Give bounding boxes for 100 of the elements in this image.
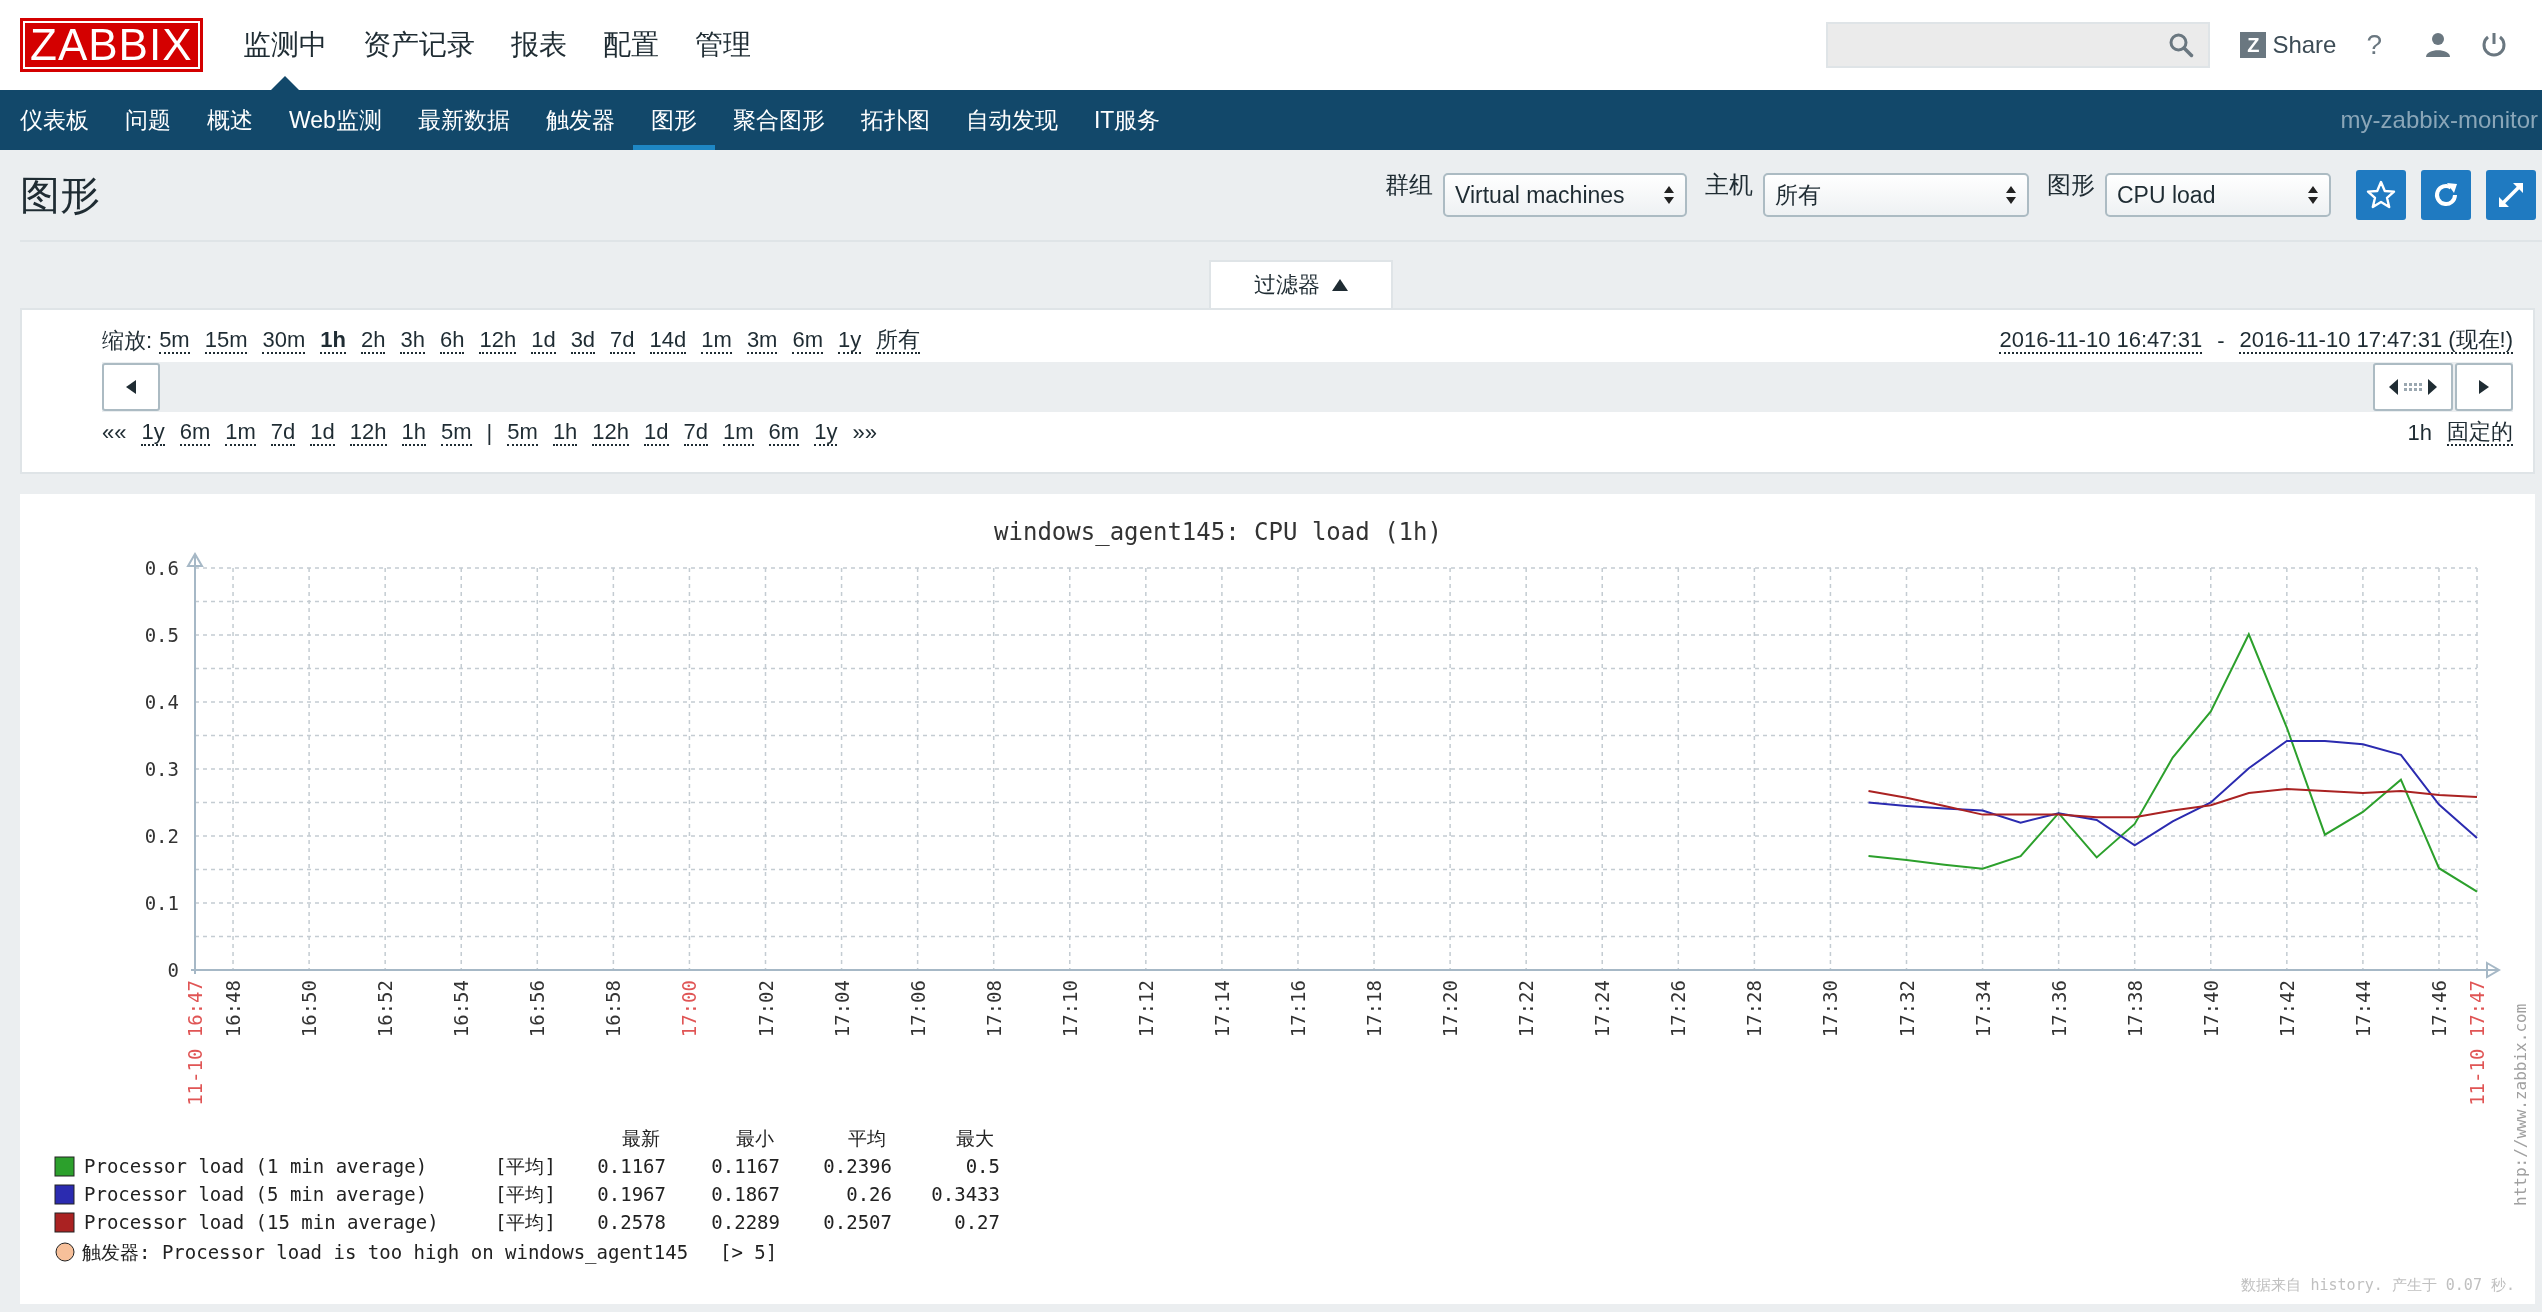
- sub-menu-item[interactable]: 问题: [107, 90, 189, 150]
- zoom-link[interactable]: 所有: [876, 328, 921, 354]
- period-link[interactable]: 1m: [723, 420, 754, 446]
- filter-select[interactable]: Virtual machines: [1443, 173, 1687, 217]
- zoom-link[interactable]: 1m: [701, 328, 732, 354]
- share-link[interactable]: Z Share: [2240, 31, 2337, 59]
- zoom-link[interactable]: 1h: [320, 328, 346, 354]
- period-link[interactable]: 5m: [441, 420, 472, 446]
- zoom-link[interactable]: 30m: [262, 328, 306, 354]
- zoom-link[interactable]: 2h: [360, 328, 386, 354]
- help-link[interactable]: ?: [2366, 29, 2382, 61]
- zoom-link[interactable]: 15m: [204, 328, 248, 354]
- legend-value: 0.2507: [823, 1211, 892, 1233]
- x-axis-label: 16:48: [222, 980, 245, 1038]
- nav-marker: ««: [102, 420, 127, 446]
- main-menu-item[interactable]: 报表: [492, 0, 585, 90]
- x-axis-label: 17:26: [1667, 980, 1690, 1038]
- period-link[interactable]: 1d: [310, 420, 335, 446]
- nav-marker: |: [486, 420, 493, 446]
- period-link[interactable]: 1h: [401, 420, 427, 446]
- x-axis-label: 17:32: [1895, 980, 1918, 1038]
- sub-menu-item[interactable]: 仪表板: [2, 90, 107, 150]
- main-menu-item[interactable]: 资产记录: [344, 0, 493, 90]
- sub-menu-item[interactable]: 拓扑图: [842, 90, 948, 150]
- period-link[interactable]: 1d: [644, 420, 669, 446]
- period-link[interactable]: 7d: [683, 420, 709, 446]
- sub-menu-item[interactable]: 最新数据: [399, 90, 528, 150]
- x-axis-label: 17:44: [2351, 980, 2374, 1038]
- timeline-scrollbar[interactable]: [102, 362, 2513, 412]
- x-axis-label: 17:36: [2047, 980, 2070, 1038]
- range-start-link[interactable]: 2016-11-10 16:47:31: [1999, 328, 2203, 354]
- zoom-link[interactable]: 1y: [838, 328, 862, 354]
- sub-menu-item[interactable]: 自动发现: [947, 90, 1076, 150]
- sub-menu-item[interactable]: 聚合图形: [714, 90, 843, 150]
- period-link[interactable]: 1h: [552, 420, 578, 446]
- legend-column-header: 最新: [622, 1127, 660, 1149]
- sub-menu-item[interactable]: Web监测: [271, 90, 400, 150]
- period-link[interactable]: 5m: [507, 420, 538, 446]
- filter-select[interactable]: CPU load: [2105, 173, 2331, 217]
- zoom-link[interactable]: 3h: [400, 328, 425, 354]
- main-menu-item[interactable]: 监测中: [224, 0, 345, 90]
- y-axis-label: 0: [167, 959, 179, 981]
- x-axis-label: 17:18: [1363, 980, 1386, 1038]
- period-link[interactable]: 1y: [141, 420, 165, 446]
- scroll-left-button[interactable]: [102, 363, 160, 411]
- chart-title: windows_agent145: CPU load (1h): [994, 518, 1442, 546]
- zoom-link[interactable]: 6h: [439, 328, 465, 354]
- legend-column-header: 平均: [848, 1127, 886, 1149]
- legend-value: 0.26: [846, 1183, 892, 1205]
- legend-value: 0.2396: [823, 1155, 892, 1177]
- x-axis-label: 17:12: [1134, 980, 1157, 1038]
- sub-menu-item[interactable]: 概述: [189, 90, 271, 150]
- sub-menu-item[interactable]: IT服务: [1075, 90, 1179, 150]
- main-menu-item[interactable]: 配置: [584, 0, 677, 90]
- search-field[interactable]: [1826, 22, 2211, 68]
- period-link[interactable]: 12h: [592, 420, 630, 446]
- sub-menu-item[interactable]: 图形: [632, 90, 715, 150]
- fixed-link[interactable]: 固定的: [2447, 420, 2513, 446]
- filter-select[interactable]: 所有: [1763, 173, 2029, 217]
- zoom-link[interactable]: 14d: [649, 328, 687, 354]
- period-link[interactable]: 7d: [270, 420, 296, 446]
- user-icon[interactable]: [2424, 31, 2452, 59]
- zoom-link[interactable]: 3m: [746, 328, 778, 354]
- fullscreen-icon: [2496, 180, 2526, 210]
- zoom-link[interactable]: 6m: [792, 328, 823, 354]
- x-axis-label: 11-10 17:47: [2466, 980, 2488, 1106]
- main-menu-item[interactable]: 管理: [676, 0, 769, 90]
- x-axis-label: 17:34: [1971, 980, 1994, 1038]
- period-link[interactable]: 1m: [225, 420, 256, 446]
- zoom-link[interactable]: 1d: [531, 328, 556, 354]
- trigger-condition: [> 5]: [720, 1241, 778, 1263]
- legend-value: 0.2289: [711, 1211, 780, 1233]
- power-icon[interactable]: [2480, 31, 2508, 59]
- period-link[interactable]: 1y: [814, 420, 838, 446]
- legend-series-name: Processor load (1 min average): [84, 1155, 428, 1177]
- filter-tab[interactable]: 过滤器: [1209, 260, 1393, 308]
- search-icon[interactable]: [2168, 32, 2195, 58]
- zoom-link[interactable]: 12h: [479, 328, 517, 354]
- refresh-button[interactable]: [2421, 170, 2471, 220]
- y-axis-label: 0.4: [144, 691, 179, 713]
- zoom-link[interactable]: 5m: [159, 328, 190, 354]
- zoom-link[interactable]: 7d: [610, 328, 635, 354]
- favourite-button[interactable]: [2356, 170, 2406, 220]
- period-link[interactable]: 12h: [349, 420, 387, 446]
- period-link[interactable]: 6m: [179, 420, 211, 446]
- period-link[interactable]: 6m: [768, 420, 800, 446]
- zoom-link[interactable]: 3d: [570, 328, 596, 354]
- x-axis-label: 17:14: [1210, 980, 1233, 1038]
- legend-function: [平均]: [495, 1183, 556, 1205]
- filter-label: 图形: [2047, 170, 2095, 200]
- zabbix-logo[interactable]: ZABBIX: [20, 18, 203, 72]
- filter-label: 主机: [1705, 170, 1753, 200]
- scroll-handle[interactable]: [2373, 363, 2453, 411]
- scroll-right-button[interactable]: [2455, 363, 2513, 411]
- x-axis-label: 17:16: [1286, 980, 1309, 1038]
- x-axis-label: 17:24: [1591, 980, 1614, 1038]
- fullscreen-button[interactable]: [2486, 170, 2536, 220]
- sub-menu-item[interactable]: 触发器: [527, 90, 633, 150]
- legend-column-header: 最大: [956, 1127, 994, 1149]
- range-end-link[interactable]: 2016-11-10 17:47:31 (现在!): [2239, 328, 2513, 354]
